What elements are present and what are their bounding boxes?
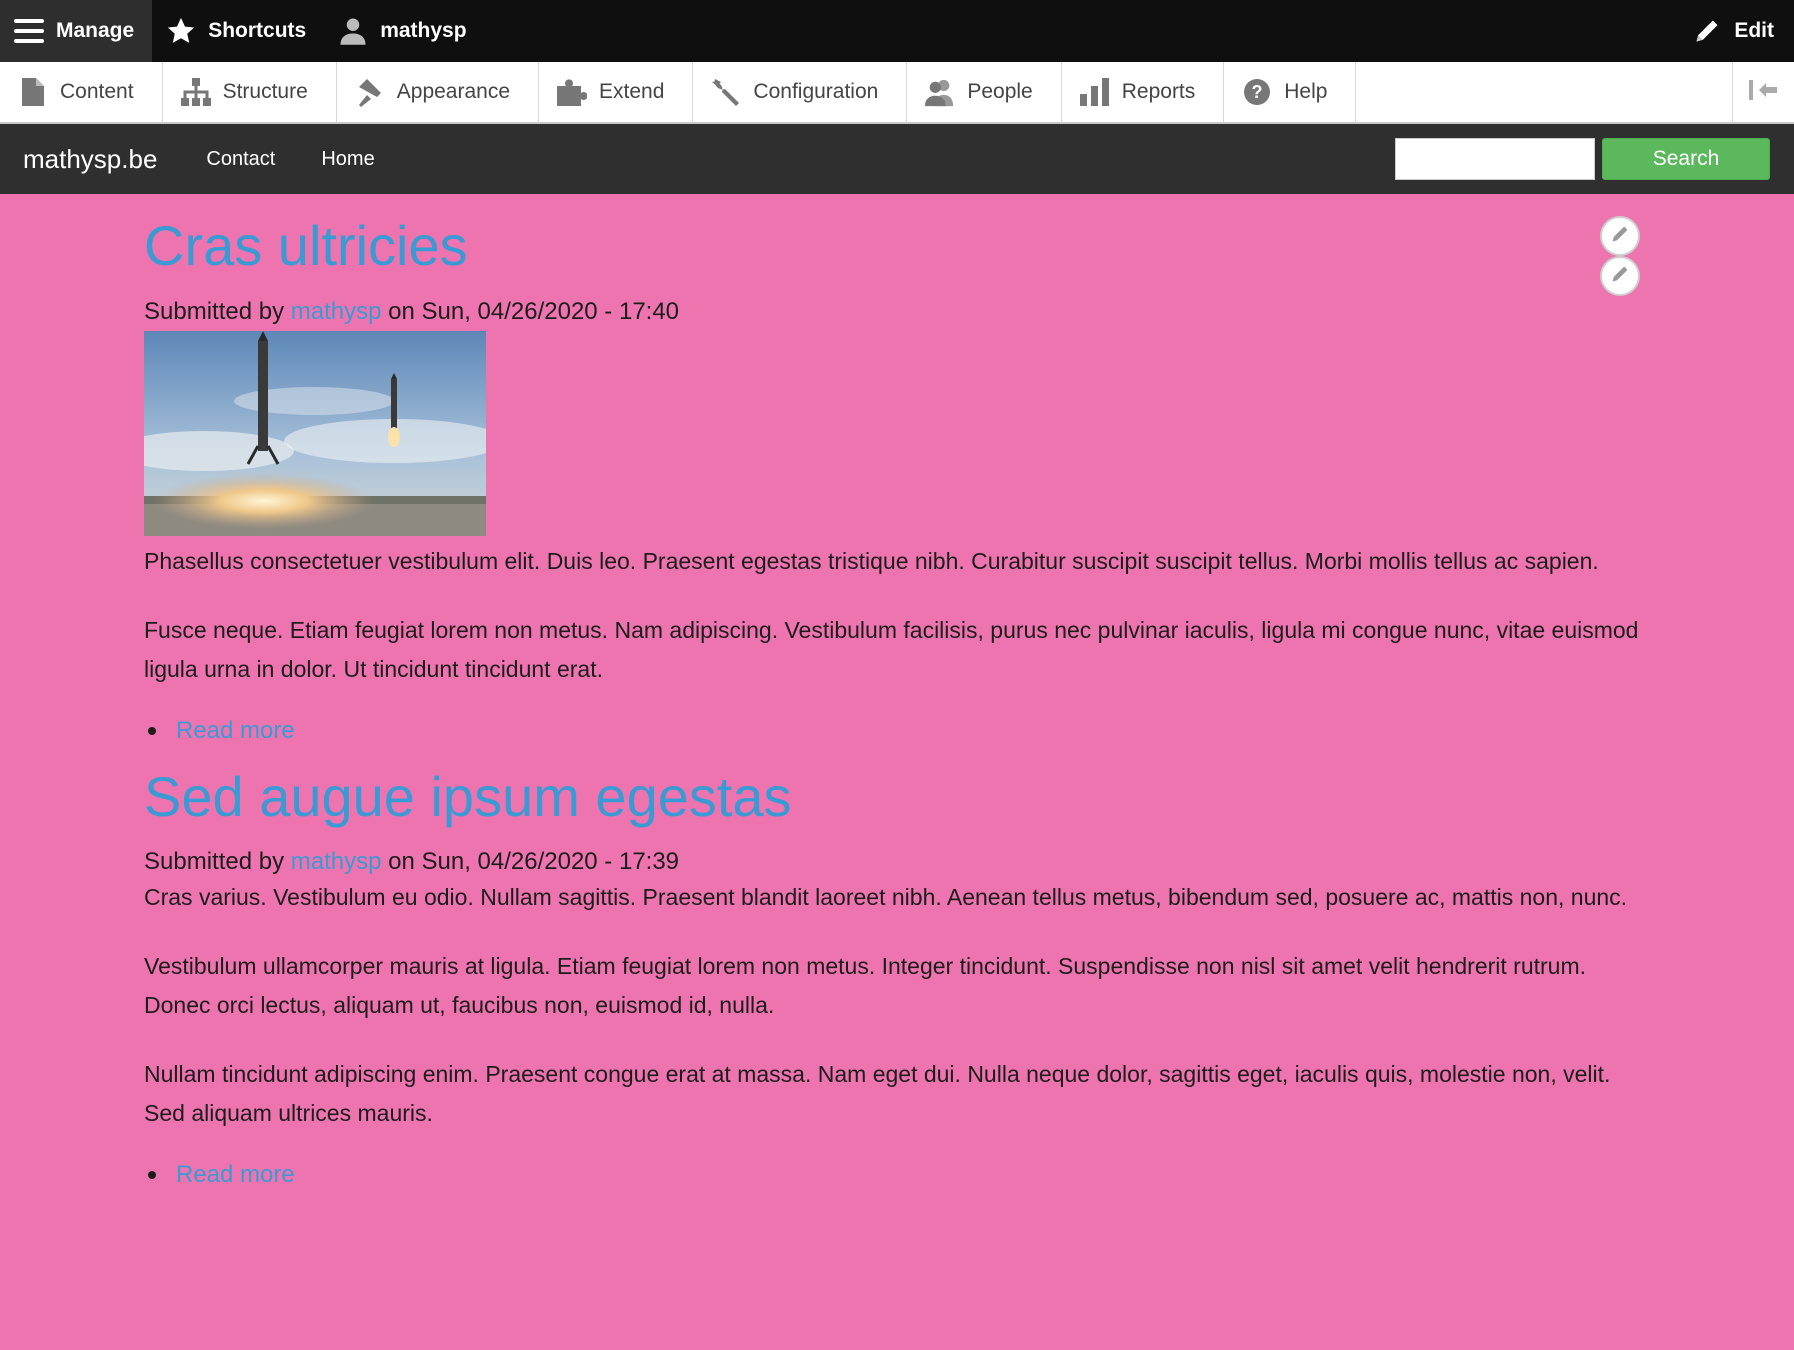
edit-button[interactable]: Edit [1678,0,1794,62]
list-item: Read more [144,717,1644,745]
user-label: mathysp [380,19,467,42]
nav-link-home[interactable]: Home [298,148,397,171]
tray-label: Extend [599,80,665,103]
article: Sed augue ipsum egestas Submitted by mat… [144,766,1644,1189]
tray-item-content[interactable]: Content [0,62,163,122]
article-meta: Submitted by mathysp on Sun, 04/26/2020 … [144,296,1644,327]
read-more-link[interactable]: Read more [176,717,295,745]
star-icon [166,16,196,46]
tray-orientation-toggle[interactable] [1732,62,1794,122]
tray-item-people[interactable]: People [907,62,1062,122]
author-link[interactable]: mathysp [291,848,382,875]
submitted-date: on Sun, 04/26/2020 - 17:39 [381,848,680,876]
article-body: Cras varius. Vestibulum eu odio. Nullam … [144,878,1644,1133]
svg-text:?: ? [1252,82,1263,102]
user-icon [338,16,368,46]
tray-item-extend[interactable]: Extend [539,62,694,122]
read-more-link[interactable]: Read more [176,1161,295,1189]
edit-label: Edit [1734,19,1774,42]
help-icon: ? [1242,77,1272,107]
tray-item-structure[interactable]: Structure [163,62,337,122]
nav-link-contact[interactable]: Contact [183,148,298,171]
tray-label: Configuration [753,80,879,103]
tray-item-reports[interactable]: Reports [1062,62,1225,122]
manage-label: Manage [56,19,135,42]
search-input[interactable] [1395,138,1595,180]
site-brand[interactable]: mathysp.be [23,144,157,175]
site-navbar: mathysp.be Contact Home Search [0,124,1794,194]
tray-label: Appearance [396,80,511,103]
main-content: Cras ultricies Submitted by mathysp on S… [144,194,1644,1189]
shortcuts-button[interactable]: Shortcuts [152,0,324,62]
paintbrush-icon [355,77,385,107]
file-icon [18,77,48,107]
bar-chart-icon [1079,77,1110,107]
search-form: Search [1395,138,1770,180]
submitted-prefix: Submitted by [144,297,291,325]
article-links: Read more [144,1161,1644,1189]
tray-item-appearance[interactable]: Appearance [337,62,540,122]
people-icon [925,77,955,107]
article-paragraph: Nullam tincidunt adipiscing enim. Praese… [144,1060,1611,1126]
admin-tray: Content Structure Appearance Extend Conf… [0,62,1794,124]
article-links: Read more [144,717,1644,745]
search-button[interactable]: Search [1602,138,1770,180]
hamburger-icon [14,16,44,46]
article-meta: Submitted by mathysp on Sun, 04/26/2020 … [144,846,1644,877]
wrench-icon [711,77,741,107]
article-paragraph: Vestibulum ullamcorper mauris at ligula.… [144,952,1587,1018]
collapse-left-icon [1748,78,1779,107]
article-title[interactable]: Sed augue ipsum egestas [144,766,1644,828]
article-paragraph: Cras varius. Vestibulum eu odio. Nullam … [144,883,1628,910]
admin-toolbar: Manage Shortcuts mathysp Edit [0,0,1794,62]
pencil-icon [1692,16,1722,46]
tray-label: Reports [1121,80,1196,103]
article-title[interactable]: Cras ultricies [144,215,1644,277]
shortcuts-label: Shortcuts [208,19,307,42]
sitemap-icon [180,77,211,107]
tray-label: Structure [222,80,308,103]
article-body: Phasellus consectetuer vestibulum elit. … [144,542,1644,689]
submitted-date: on Sun, 04/26/2020 - 17:40 [381,297,680,325]
tray-label: Content [60,80,134,103]
manage-button[interactable]: Manage [0,0,153,62]
tray-item-configuration[interactable]: Configuration [693,62,908,122]
article-paragraph: Phasellus consectetuer vestibulum elit. … [144,547,1599,574]
author-link[interactable]: mathysp [291,298,382,325]
submitted-prefix: Submitted by [144,848,291,876]
user-button[interactable]: mathysp [324,0,484,62]
article-paragraph: Fusce neque. Etiam feugiat lorem non met… [144,616,1639,682]
article: Cras ultricies Submitted by mathysp on S… [144,215,1644,745]
tray-label: Help [1284,80,1328,103]
article-image [144,330,486,536]
puzzle-icon [557,77,588,107]
tray-item-help[interactable]: ? Help [1224,62,1357,122]
list-item: Read more [144,1161,1644,1189]
tray-label: People [967,80,1033,103]
